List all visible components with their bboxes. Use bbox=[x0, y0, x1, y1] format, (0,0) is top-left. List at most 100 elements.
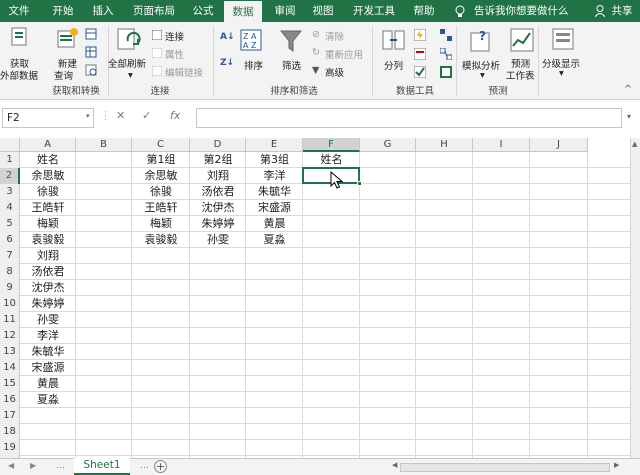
column-header-b[interactable]: B bbox=[76, 138, 132, 152]
enter-icon[interactable]: ✓ bbox=[142, 109, 151, 122]
forecast-label2[interactable]: 工作表 bbox=[506, 68, 535, 82]
cell[interactable]: 宋盛源 bbox=[246, 200, 303, 216]
column-header-c[interactable]: C bbox=[132, 138, 190, 152]
edit-links-button[interactable]: 编辑链接 bbox=[165, 65, 203, 79]
cell[interactable]: 孙雯 bbox=[20, 312, 76, 328]
cell[interactable]: 孙雯 bbox=[190, 232, 246, 248]
sort-desc-icon[interactable]: Z↓ bbox=[220, 58, 234, 68]
select-all-corner[interactable] bbox=[0, 138, 20, 152]
filter-button[interactable]: 筛选 bbox=[282, 58, 301, 72]
show-queries-icon[interactable] bbox=[85, 28, 97, 40]
tab-developer[interactable]: 开发工具 bbox=[348, 0, 400, 22]
cell[interactable]: 黄晨 bbox=[246, 216, 303, 232]
tab-insert[interactable]: 插入 bbox=[86, 0, 120, 22]
row-header-15[interactable]: 15 bbox=[0, 376, 20, 392]
cell[interactable]: 刘翔 bbox=[20, 248, 76, 264]
cell[interactable]: 梅颖 bbox=[20, 216, 76, 232]
insert-function-icon[interactable]: fx bbox=[170, 109, 180, 122]
cell[interactable]: 夏淼 bbox=[20, 392, 76, 408]
relationships-icon[interactable] bbox=[440, 48, 452, 60]
remove-duplicates-icon[interactable] bbox=[414, 48, 426, 60]
column-header-e[interactable]: E bbox=[246, 138, 303, 152]
row-header-3[interactable]: 3 bbox=[0, 184, 20, 200]
row-header-19[interactable]: 19 bbox=[0, 440, 20, 456]
cell[interactable]: 第1组 bbox=[132, 152, 190, 168]
row-header-5[interactable]: 5 bbox=[0, 216, 20, 232]
clear-button[interactable]: 清除 bbox=[325, 29, 344, 43]
cell[interactable]: 汤依君 bbox=[20, 264, 76, 280]
reapply-button[interactable]: 重新应用 bbox=[325, 47, 363, 61]
from-table-icon[interactable] bbox=[85, 46, 97, 58]
cell[interactable]: 刘翔 bbox=[190, 168, 246, 184]
cell[interactable]: 朱婷婷 bbox=[20, 296, 76, 312]
row-header-6[interactable]: 6 bbox=[0, 232, 20, 248]
row-header-11[interactable]: 11 bbox=[0, 312, 20, 328]
row-header-1[interactable]: 1 bbox=[0, 152, 20, 168]
cell[interactable]: 徐骏 bbox=[20, 184, 76, 200]
cell[interactable]: 余思敏 bbox=[132, 168, 190, 184]
row-header-4[interactable]: 4 bbox=[0, 200, 20, 216]
row-header-17[interactable]: 17 bbox=[0, 408, 20, 424]
sort-asc-icon[interactable]: A↓ bbox=[220, 32, 235, 42]
collapse-ribbon-icon[interactable]: ^ bbox=[624, 84, 632, 95]
row-header-8[interactable]: 8 bbox=[0, 264, 20, 280]
cell[interactable]: 袁骏毅 bbox=[20, 232, 76, 248]
cell[interactable]: 袁骏毅 bbox=[132, 232, 190, 248]
cell[interactable]: 黄晨 bbox=[20, 376, 76, 392]
cell[interactable]: 沈伊杰 bbox=[20, 280, 76, 296]
cell[interactable]: 王皓轩 bbox=[132, 200, 190, 216]
share-button[interactable]: 共享 bbox=[607, 0, 637, 22]
vertical-scrollbar[interactable]: ▲ bbox=[630, 138, 640, 458]
cell[interactable]: 梅颖 bbox=[132, 216, 190, 232]
cell[interactable]: 王皓轩 bbox=[20, 200, 76, 216]
fill-handle[interactable] bbox=[357, 181, 362, 186]
cell[interactable]: 宋盛源 bbox=[20, 360, 76, 376]
worksheet-grid[interactable]: ABCDEFGHIJ123456789101112131415161718192… bbox=[0, 138, 630, 458]
row-header-13[interactable]: 13 bbox=[0, 344, 20, 360]
cell[interactable]: 姓名 bbox=[20, 152, 76, 168]
row-header-9[interactable]: 9 bbox=[0, 280, 20, 296]
tab-help[interactable]: 帮助 bbox=[408, 0, 440, 22]
name-box-dropdown-icon[interactable]: ▾ bbox=[86, 112, 90, 120]
cell[interactable]: 汤依君 bbox=[190, 184, 246, 200]
split-button[interactable]: 分列 bbox=[384, 58, 403, 72]
cell[interactable]: 李洋 bbox=[246, 168, 303, 184]
refresh-all-button[interactable]: 全部刷新 bbox=[108, 56, 146, 70]
cell-f1[interactable]: 姓名 bbox=[303, 152, 360, 168]
advanced-button[interactable]: 高级 bbox=[325, 65, 344, 79]
sheet-tab-sheet1[interactable]: Sheet1 bbox=[74, 458, 130, 475]
column-header-g[interactable]: G bbox=[360, 138, 416, 152]
row-header-2[interactable]: 2 bbox=[0, 168, 20, 184]
connections-button[interactable]: 连接 bbox=[165, 29, 184, 43]
column-header-j[interactable]: J bbox=[530, 138, 588, 152]
tab-page-layout[interactable]: 页面布局 bbox=[128, 0, 180, 22]
column-header-d[interactable]: D bbox=[190, 138, 246, 152]
row-header-18[interactable]: 18 bbox=[0, 424, 20, 440]
cell[interactable]: 沈伊杰 bbox=[190, 200, 246, 216]
column-header-a[interactable]: A bbox=[20, 138, 76, 152]
column-header-h[interactable]: H bbox=[416, 138, 473, 152]
cell[interactable]: 夏淼 bbox=[246, 232, 303, 248]
next-sheet-icon[interactable]: ▶ bbox=[30, 461, 36, 470]
row-header-14[interactable]: 14 bbox=[0, 360, 20, 376]
data-validation-icon[interactable] bbox=[414, 66, 426, 78]
cell[interactable]: 第2组 bbox=[190, 152, 246, 168]
tab-review[interactable]: 审阅 bbox=[268, 0, 302, 22]
tab-formulas[interactable]: 公式 bbox=[186, 0, 220, 22]
cell[interactable]: 朱毓华 bbox=[20, 344, 76, 360]
properties-button[interactable]: 属性 bbox=[165, 47, 184, 61]
expand-formula-icon[interactable]: ▾ bbox=[627, 112, 631, 121]
flash-fill-icon[interactable] bbox=[414, 29, 426, 41]
column-header-f[interactable]: F bbox=[303, 138, 360, 152]
cell[interactable]: 朱婷婷 bbox=[190, 216, 246, 232]
cell[interactable]: 余思敏 bbox=[20, 168, 76, 184]
tab-file[interactable]: 文件 bbox=[4, 0, 34, 22]
new-query-label2[interactable]: 查询 bbox=[54, 68, 73, 82]
add-sheet-button[interactable]: + bbox=[154, 460, 167, 473]
formula-input[interactable] bbox=[196, 108, 622, 128]
name-box[interactable]: F2 bbox=[2, 108, 94, 128]
row-header-7[interactable]: 7 bbox=[0, 248, 20, 264]
tab-view[interactable]: 视图 bbox=[306, 0, 340, 22]
cell[interactable]: 第3组 bbox=[246, 152, 303, 168]
tell-me-box[interactable]: 告诉我你想要做什么 bbox=[474, 0, 570, 22]
